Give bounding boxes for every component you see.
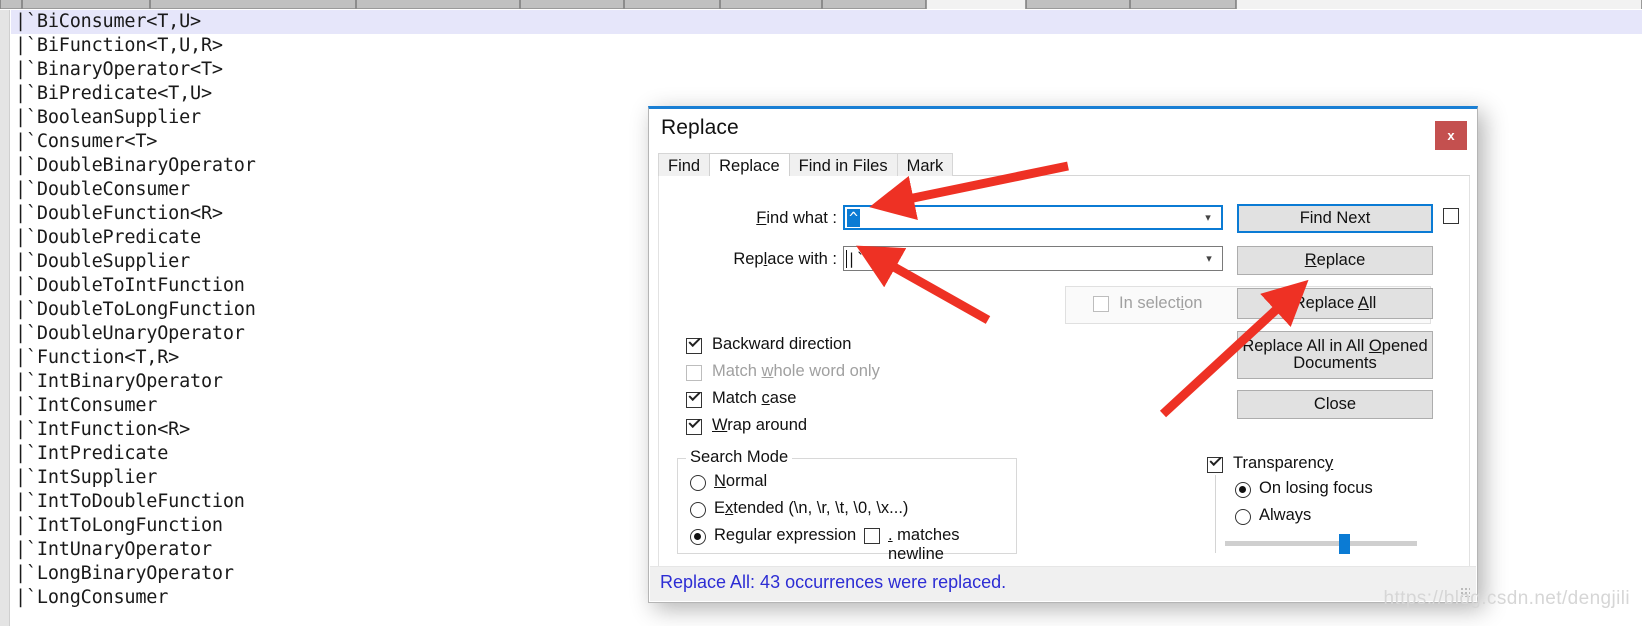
in-selection-checkbox[interactable] [1093, 296, 1109, 312]
transparency-checkbox[interactable] [1207, 453, 1223, 473]
search-mode-extended-label: Extended (\n, \r, \t, \0, \x...) [714, 499, 909, 517]
dialog-title: Replace [661, 116, 739, 139]
editor-line: |`BiConsumer<T,U> [11, 10, 1642, 34]
find-next-extra-checkbox[interactable] [1443, 208, 1459, 224]
tab-find[interactable]: Find [658, 153, 711, 176]
backward-direction-label: Backward direction [712, 335, 852, 353]
search-mode-title: Search Mode [686, 448, 793, 467]
replace-panel: Find what : ^ ▾ Replace with : |` ▾ Find… [658, 176, 1470, 570]
editor-line: |`BinaryOperator<T> [15, 59, 223, 80]
transparency-always-label: Always [1259, 506, 1312, 524]
match-case-checkbox[interactable] [686, 388, 702, 408]
editor-toolbar [0, 0, 1642, 9]
dialog-status-bar: Replace All: 43 occurrences were replace… [650, 566, 1476, 601]
backward-direction-checkbox[interactable] [686, 334, 702, 354]
replace-with-label: Replace with : [733, 250, 837, 268]
replace-all-button[interactable]: Replace All [1237, 288, 1433, 319]
search-mode-group: Search Mode Normal Extended (\n, \r, \t,… [677, 448, 1017, 563]
transparency-label: Transparency [1233, 454, 1334, 472]
transparency-divider [1215, 475, 1216, 553]
editor-line: |`BiPredicate<T,U> [15, 83, 212, 104]
replace-with-value: |` [846, 249, 866, 268]
search-mode-regex-radio[interactable] [690, 529, 706, 545]
wrap-around-label: Wrap around [712, 416, 808, 434]
match-whole-word-checkbox[interactable] [686, 365, 702, 381]
find-what-label: Find what : [756, 209, 837, 227]
screenshot-root: |`BiConsumer<T,U> |`BiFunction<T,U,R> |`Bi… [0, 0, 1642, 626]
transparency-slider-thumb[interactable] [1339, 534, 1351, 554]
matches-newline-checkbox[interactable] [864, 528, 880, 544]
search-mode-extended-radio[interactable] [690, 502, 706, 518]
find-what-value: ^ [847, 208, 861, 227]
find-next-button[interactable]: Find Next [1237, 204, 1433, 233]
dialog-tabstrip: Find Replace Find in Files Mark [658, 153, 1470, 176]
transparency-slider-track[interactable] [1225, 541, 1417, 546]
matches-newline-label: . matches newline [888, 526, 960, 563]
search-mode-normal-radio[interactable] [690, 475, 706, 491]
replace-dialog: Replace x Find Replace Find in Files Mar… [648, 106, 1478, 603]
close-button[interactable]: Close [1237, 390, 1433, 419]
chevron-down-icon[interactable]: ▾ [1195, 207, 1221, 228]
replace-with-input[interactable]: |` ▾ [843, 246, 1223, 271]
watermark-text: https://blog.csdn.net/dengjili [1383, 588, 1630, 609]
search-mode-regex-label: Regular expression [714, 526, 857, 544]
tab-mark[interactable]: Mark [896, 153, 954, 176]
transparency-always-radio[interactable] [1235, 509, 1251, 525]
chevron-down-icon-2[interactable]: ▾ [1196, 247, 1222, 270]
find-what-input[interactable]: ^ ▾ [843, 205, 1223, 230]
replace-button[interactable]: Replace [1237, 246, 1433, 275]
status-message: Replace All: 43 occurrences were replace… [660, 572, 1007, 592]
transparency-on-losing-focus-label: On losing focus [1259, 479, 1373, 497]
match-whole-word-label: Match whole word only [712, 362, 880, 380]
in-selection-label: In selection [1119, 294, 1203, 312]
replace-all-opened-button[interactable]: Replace All in All Opened Documents [1237, 331, 1433, 379]
wrap-around-checkbox[interactable] [686, 415, 702, 435]
editor-gutter [0, 10, 10, 626]
search-mode-normal-label: Normal [714, 472, 768, 490]
transparency-on-losing-focus-radio[interactable] [1235, 482, 1251, 498]
tab-find-in-files[interactable]: Find in Files [788, 153, 898, 176]
editor-line: |`BiFunction<T,U,R> [15, 35, 223, 56]
tab-replace[interactable]: Replace [709, 153, 790, 176]
close-icon[interactable]: x [1435, 121, 1467, 150]
match-case-label: Match case [712, 389, 797, 407]
